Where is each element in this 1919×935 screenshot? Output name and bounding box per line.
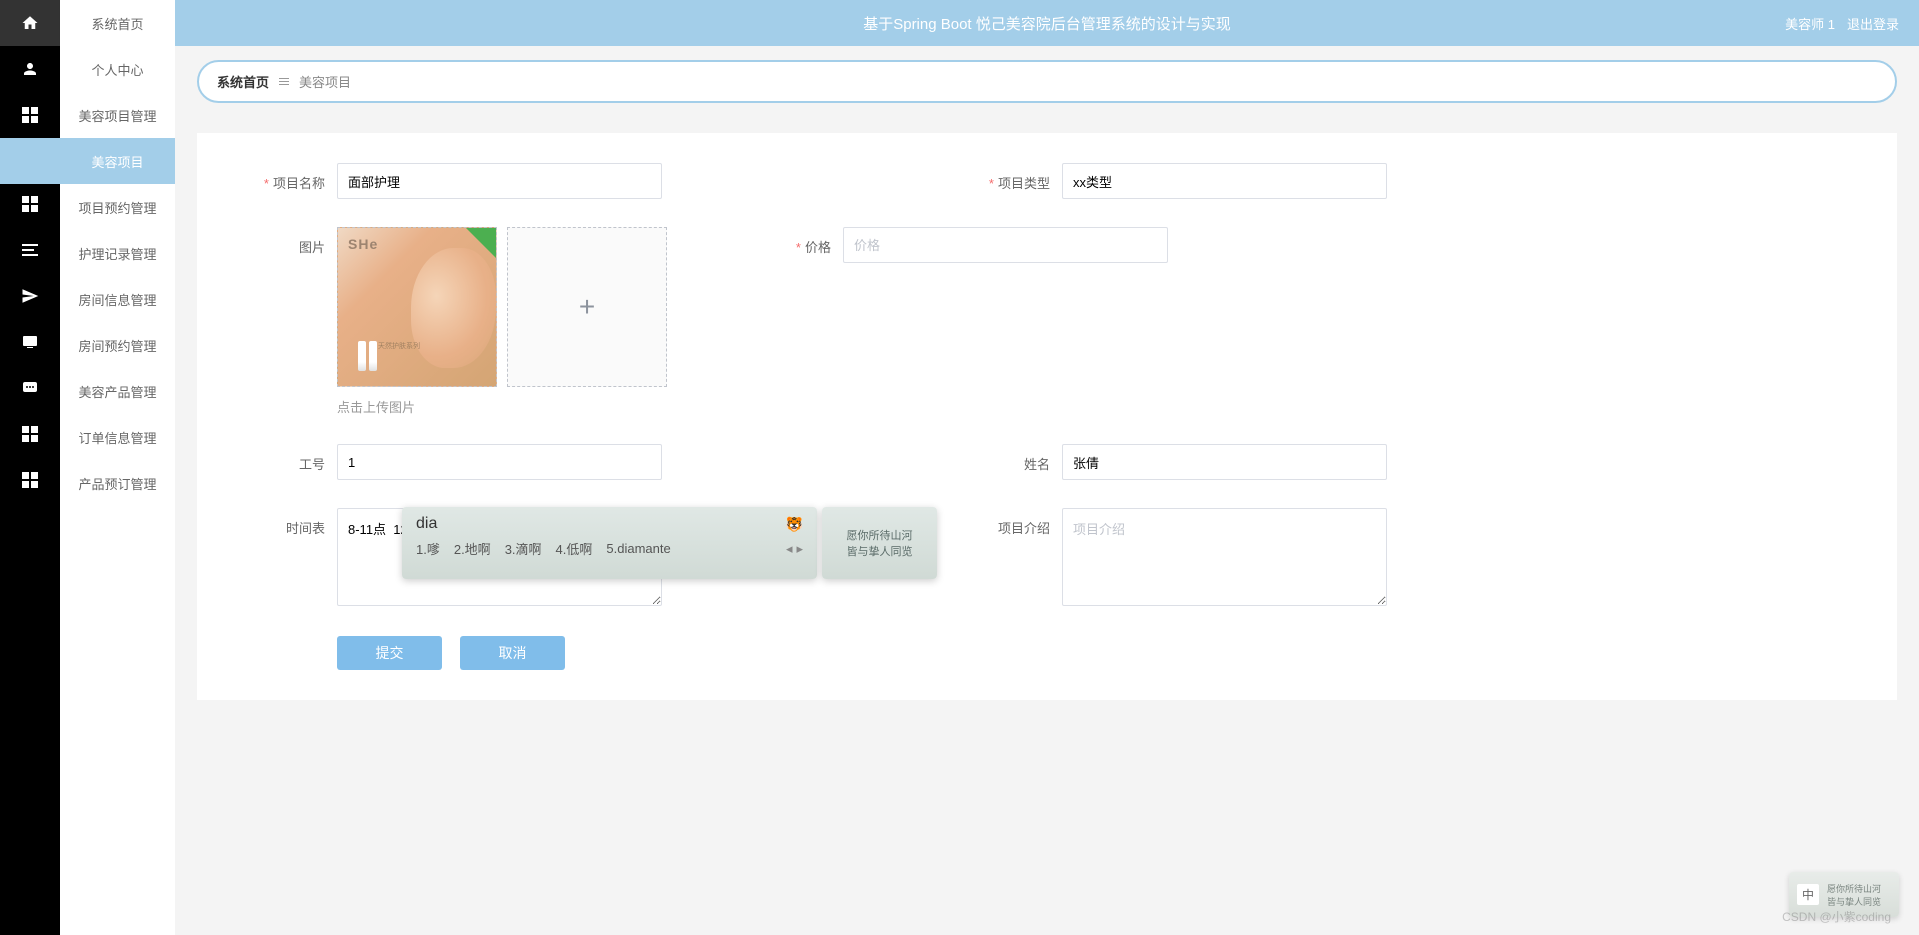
grid-icon-2[interactable] bbox=[0, 181, 60, 227]
ime-candidate-4[interactable]: 4.低啊 bbox=[556, 539, 593, 558]
ime-composition: dia bbox=[416, 515, 437, 533]
worker-id-input[interactable] bbox=[337, 444, 662, 480]
breadcrumb-home[interactable]: 系统首页 bbox=[217, 72, 269, 91]
sidebar-item-room-booking[interactable]: 房间预约管理 bbox=[60, 322, 175, 368]
main-area: 基于Spring Boot 悦己美容院后台管理系统的设计与实现 美容师 1 退出… bbox=[175, 0, 1919, 935]
logout-link[interactable]: 退出登录 bbox=[1847, 14, 1899, 33]
worker-id-label: 工号 bbox=[247, 444, 337, 473]
home-icon[interactable] bbox=[0, 0, 60, 46]
project-type-label: *项目类型 bbox=[972, 163, 1062, 192]
send-icon[interactable] bbox=[0, 273, 60, 319]
chat-icon[interactable] bbox=[0, 365, 60, 411]
list-icon[interactable] bbox=[0, 227, 60, 273]
breadcrumb-separator-icon bbox=[279, 78, 289, 85]
ime-prev-icon[interactable]: ◂ bbox=[786, 541, 793, 557]
ime-side-panel: 愿你所待山河 皆与挚人同览 bbox=[822, 507, 937, 579]
sidebar-item-beauty-project[interactable]: 美容项目 bbox=[0, 138, 175, 184]
image-label: 图片 bbox=[247, 227, 337, 387]
price-input[interactable] bbox=[843, 227, 1168, 263]
watermark: CSDN @小紫coding bbox=[1782, 908, 1891, 925]
form-area: *项目名称 *项目类型 图片 bbox=[197, 133, 1897, 700]
cancel-button[interactable]: 取消 bbox=[460, 636, 565, 670]
sidebar-item-product-mgmt[interactable]: 美容产品管理 bbox=[60, 368, 175, 414]
monitor-icon[interactable] bbox=[0, 319, 60, 365]
sidebar-item-appointment[interactable]: 项目预约管理 bbox=[60, 184, 175, 230]
plus-icon: + bbox=[579, 291, 595, 323]
ime-candidate-1[interactable]: 1.嗲 bbox=[416, 539, 440, 558]
lang-badge: 中 bbox=[1797, 884, 1819, 905]
header: 基于Spring Boot 悦己美容院后台管理系统的设计与实现 美容师 1 退出… bbox=[175, 0, 1919, 46]
content-area: 系统首页 美容项目 *项目名称 *项目类型 bbox=[175, 46, 1919, 935]
text-sidebar: 系统首页 个人中心 美容项目管理 美容项目 项目预约管理 护理记录管理 房间信息… bbox=[60, 0, 175, 935]
sidebar-item-profile[interactable]: 个人中心 bbox=[60, 46, 175, 92]
ime-next-icon[interactable]: ▸ bbox=[796, 541, 803, 557]
sidebar-item-product-booking[interactable]: 产品预订管理 bbox=[60, 460, 175, 506]
sidebar-item-room-info[interactable]: 房间信息管理 bbox=[60, 276, 175, 322]
ime-emoji-icon[interactable]: 🐯 bbox=[786, 516, 803, 533]
breadcrumb: 系统首页 美容项目 bbox=[197, 60, 1897, 103]
submit-button[interactable]: 提交 bbox=[337, 636, 442, 670]
sidebar-item-care-record[interactable]: 护理记录管理 bbox=[60, 230, 175, 276]
project-name-label: *项目名称 bbox=[247, 163, 337, 192]
grid-icon-4[interactable] bbox=[0, 457, 60, 503]
schedule-label: 时间表 bbox=[247, 508, 337, 537]
name-input[interactable] bbox=[1062, 444, 1387, 480]
sidebar-item-beauty-mgmt[interactable]: 美容项目管理 bbox=[60, 92, 175, 138]
header-user[interactable]: 美容师 1 bbox=[1785, 14, 1835, 33]
image-upload-add[interactable]: + bbox=[507, 227, 667, 387]
project-name-input[interactable] bbox=[337, 163, 662, 199]
ime-candidate-5[interactable]: 5.diamante bbox=[606, 541, 670, 556]
header-title: 基于Spring Boot 悦己美容院后台管理系统的设计与实现 bbox=[863, 13, 1231, 34]
grid-icon-3[interactable] bbox=[0, 411, 60, 457]
ime-candidate-3[interactable]: 3.滴啊 bbox=[505, 539, 542, 558]
upload-hint: 点击上传图片 bbox=[247, 397, 415, 416]
intro-label: 项目介绍 bbox=[972, 508, 1062, 537]
name-label: 姓名 bbox=[972, 444, 1062, 473]
image-preview[interactable]: SHe 天然护肤系列 bbox=[337, 227, 497, 387]
intro-textarea[interactable] bbox=[1062, 508, 1387, 606]
grid-icon-1[interactable] bbox=[0, 92, 60, 138]
breadcrumb-current: 美容项目 bbox=[299, 72, 351, 91]
sidebar-item-order-info[interactable]: 订单信息管理 bbox=[60, 414, 175, 460]
sidebar-item-home[interactable]: 系统首页 bbox=[60, 0, 175, 46]
price-label: *价格 bbox=[753, 227, 843, 256]
ime-candidate-2[interactable]: 2.地啊 bbox=[454, 539, 491, 558]
user-icon[interactable] bbox=[0, 46, 60, 92]
project-type-input[interactable] bbox=[1062, 163, 1387, 199]
ime-popup: dia 🐯 1.嗲 2.地啊 3.滴啊 4.低啊 5.diamante ◂ ▸ … bbox=[402, 507, 817, 579]
